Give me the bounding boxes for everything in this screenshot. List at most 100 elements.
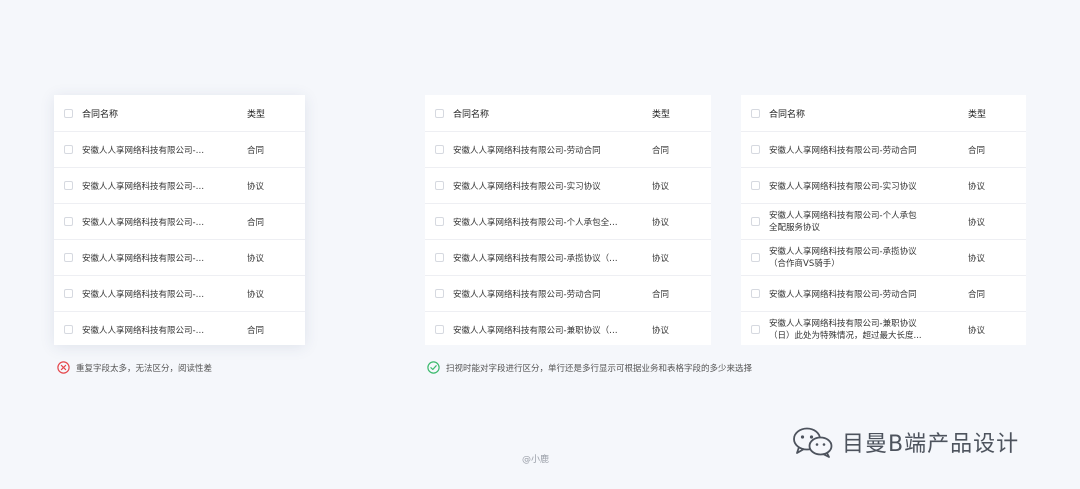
cell-contract-name: 安徽人人享网络科技有限公司-劳动合同 bbox=[82, 144, 207, 156]
cell-contract-name: 安徽人人享网络科技有限公司-劳动合同 bbox=[769, 288, 937, 300]
column-header-name: 合同名称 bbox=[82, 109, 119, 120]
cell-type: 合同 bbox=[247, 325, 265, 336]
good-note: 扫视时能对字段进行区分，单行还是多行显示可根据业务和表格字段的多少来选择 bbox=[427, 361, 752, 374]
cell-type: 协议 bbox=[247, 181, 265, 192]
row-checkbox[interactable] bbox=[63, 217, 73, 226]
cell-name-line: 安徽人人享网络科技有限公司-兼职协议（日）此处为特殊情况，超过最大长度 bbox=[453, 325, 621, 336]
cell-name-line: 安徽人人享网络科技有限公司-劳动合同 bbox=[82, 289, 207, 300]
cell-name-line: 安徽人人享网络科技有限公司-劳动合同 bbox=[453, 289, 601, 300]
table-row[interactable]: 安徽人人享网络科技有限公司-承揽协议 协议 bbox=[54, 240, 305, 276]
row-checkbox[interactable] bbox=[750, 145, 760, 154]
cell-type: 协议 bbox=[968, 253, 986, 264]
cell-contract-name: 安徽人人享网络科技有限公司-兼职协议 bbox=[82, 324, 207, 336]
column-header-type: 类型 bbox=[968, 109, 987, 120]
cell-name-line: 安徽人人享网络科技有限公司-劳动合同 bbox=[769, 145, 917, 156]
select-all-checkbox[interactable] bbox=[434, 108, 444, 118]
row-checkbox[interactable] bbox=[434, 289, 444, 298]
table-row[interactable]: 安徽人人享网络科技有限公司-劳动合同 协议 bbox=[54, 276, 305, 312]
cell-name-line: 安徽人人享网络科技有限公司-个人承包 bbox=[769, 210, 917, 221]
row-checkbox[interactable] bbox=[750, 325, 760, 334]
row-checkbox[interactable] bbox=[750, 181, 760, 190]
table-row[interactable]: 安徽人人享网络科技有限公司-个人承包全配服务协议 协议 bbox=[425, 204, 711, 240]
cell-name-line: 安徽人人享网络科技有限公司-劳动合同 bbox=[453, 145, 601, 156]
cell-contract-name: 安徽人人享网络科技有限公司-兼职协议（日）此处为特殊情况，超过最大长度 bbox=[453, 324, 621, 336]
cell-contract-name: 安徽人人享网络科技有限公司-实习协议 bbox=[453, 180, 621, 192]
cell-type: 合同 bbox=[968, 289, 986, 300]
table-row[interactable]: 安徽人人享网络科技有限公司-实习协议 协议 bbox=[54, 168, 305, 204]
cell-type: 协议 bbox=[652, 217, 670, 228]
row-checkbox[interactable] bbox=[434, 253, 444, 262]
cell-type: 合同 bbox=[968, 145, 986, 156]
cell-name-line: 安徽人人享网络科技有限公司-承揽协议 bbox=[769, 246, 917, 257]
column-header-type: 类型 bbox=[247, 109, 266, 120]
cell-contract-name: 安徽人人享网络科技有限公司-劳动合同 bbox=[82, 288, 207, 300]
cell-type: 合同 bbox=[247, 145, 265, 156]
cell-name-line: 安徽人人享网络科技有限公司-承揽协议（合作商VS骑手） bbox=[453, 253, 621, 264]
cell-contract-name: 安徽人人享网络科技有限公司-劳动合同 bbox=[453, 288, 621, 300]
table-row[interactable]: 安徽人人享网络科技有限公司-实习协议 协议 bbox=[741, 168, 1026, 204]
row-checkbox[interactable] bbox=[434, 325, 444, 334]
cell-contract-name: 安徽人人享网络科技有限公司-劳动合同 bbox=[453, 144, 621, 156]
table-row[interactable]: 安徽人人享网络科技有限公司-兼职协议 合同 bbox=[54, 312, 305, 347]
table-row[interactable]: 安徽人人享网络科技有限公司-劳动合同 合同 bbox=[741, 276, 1026, 312]
row-checkbox[interactable] bbox=[63, 253, 73, 262]
table-row[interactable]: 安徽人人享网络科技有限公司-承揽协议（合作商VS骑手） 协议 bbox=[741, 240, 1026, 276]
cell-contract-name: 安徽人人享网络科技有限公司-承揽协议 bbox=[82, 252, 207, 264]
row-checkbox[interactable] bbox=[63, 181, 73, 190]
table-row[interactable]: 安徽人人享网络科技有限公司-劳动合同 合同 bbox=[741, 132, 1026, 168]
cell-name-line: 安徽人人享网络科技有限公司-个人承包全配服务协议 bbox=[453, 217, 621, 228]
cell-contract-name: 安徽人人享网络科技有限公司-兼职协议 （日）此处为特殊情况，超过最大长度... bbox=[769, 318, 937, 342]
row-checkbox[interactable] bbox=[63, 145, 73, 154]
cell-name-line: 安徽人人享网络科技有限公司-实习协议 bbox=[769, 181, 917, 192]
cell-name-line: 安徽人人享网络科技有限公司-承揽协议 bbox=[82, 253, 207, 264]
cell-name-line: 安徽人人享网络科技有限公司-实习协议 bbox=[453, 181, 601, 192]
column-header-name: 合同名称 bbox=[769, 109, 806, 120]
row-checkbox[interactable] bbox=[434, 145, 444, 154]
row-checkbox[interactable] bbox=[63, 289, 73, 298]
table-row[interactable]: 安徽人人享网络科技有限公司-劳动合同 合同 bbox=[425, 276, 711, 312]
select-all-checkbox[interactable] bbox=[63, 108, 73, 118]
table-good-multi-line: 合同名称 类型 安徽人人享网络科技有限公司-劳动合同 合同 安徽人人享网络科技有限公… bbox=[741, 95, 1026, 345]
row-checkbox[interactable] bbox=[750, 253, 760, 262]
column-header-name: 合同名称 bbox=[453, 109, 490, 120]
select-all-checkbox[interactable] bbox=[750, 108, 760, 118]
table-row[interactable]: 安徽人人享网络科技有限公司-承揽协议（合作商VS骑手） 协议 bbox=[425, 240, 711, 276]
cell-type: 协议 bbox=[968, 325, 986, 336]
table-bad-example: 合同名称 类型 安徽人人享网络科技有限公司-劳动合同合同安徽人人享网络科技有限公… bbox=[54, 95, 305, 345]
cell-name-line: 安徽人人享网络科技有限公司-个人承包全配服务协议 bbox=[82, 217, 207, 228]
table-header: 合同名称 类型 bbox=[54, 95, 305, 132]
row-checkbox[interactable] bbox=[434, 181, 444, 190]
author-credit: @小鹿 bbox=[522, 455, 550, 465]
cell-name-line: 安徽人人享网络科技有限公司-劳动合同 bbox=[769, 289, 917, 300]
table-good-single-line: 合同名称 类型 安徽人人享网络科技有限公司-劳动合同 合同 安徽人人享网络科技有限公… bbox=[425, 95, 711, 345]
row-checkbox[interactable] bbox=[750, 217, 760, 226]
cell-type: 合同 bbox=[247, 217, 265, 228]
table-header: 合同名称 类型 bbox=[741, 95, 1026, 132]
cell-type: 合同 bbox=[652, 289, 670, 300]
cell-name-line: 安徽人人享网络科技有限公司-实习协议 bbox=[82, 181, 207, 192]
cell-type: 合同 bbox=[652, 145, 670, 156]
cell-name-line: 安徽人人享网络科技有限公司-兼职协议 bbox=[769, 318, 917, 329]
cell-type: 协议 bbox=[652, 181, 670, 192]
cell-type: 协议 bbox=[968, 217, 986, 228]
row-checkbox[interactable] bbox=[63, 325, 73, 334]
cell-contract-name: 安徽人人享网络科技有限公司-实习协议 bbox=[82, 180, 207, 192]
cell-name-line-2: （合作商VS骑手） bbox=[769, 258, 840, 269]
cell-name-line-2: 全配服务协议 bbox=[769, 222, 821, 233]
cell-contract-name: 安徽人人享网络科技有限公司-实习协议 bbox=[769, 180, 937, 192]
table-row[interactable]: 安徽人人享网络科技有限公司-兼职协议（日）此处为特殊情况，超过最大长度 协议 bbox=[425, 312, 711, 347]
success-circle-icon bbox=[427, 361, 440, 374]
cell-type: 协议 bbox=[652, 253, 670, 264]
table-row[interactable]: 安徽人人享网络科技有限公司-实习协议 协议 bbox=[425, 168, 711, 204]
table-row[interactable]: 安徽人人享网络科技有限公司-劳动合同 合同 bbox=[54, 132, 305, 168]
row-checkbox[interactable] bbox=[750, 289, 760, 298]
row-checkbox[interactable] bbox=[434, 217, 444, 226]
wechat-icon bbox=[793, 427, 833, 458]
table-row[interactable]: 安徽人人享网络科技有限公司-个人承包全配服务协议 协议 bbox=[741, 204, 1026, 240]
table-row[interactable]: 安徽人人享网络科技有限公司-个人承包全配服务协议 合同 bbox=[54, 204, 305, 240]
cell-contract-name: 安徽人人享网络科技有限公司-承揽协议（合作商VS骑手） bbox=[453, 252, 621, 264]
cell-type: 协议 bbox=[247, 253, 265, 264]
table-row[interactable]: 安徽人人享网络科技有限公司-兼职协议 （日）此处为特殊情况，超过最大长度... 协议 bbox=[741, 312, 1026, 347]
table-header: 合同名称 类型 bbox=[425, 95, 711, 132]
table-row[interactable]: 安徽人人享网络科技有限公司-劳动合同 合同 bbox=[425, 132, 711, 168]
